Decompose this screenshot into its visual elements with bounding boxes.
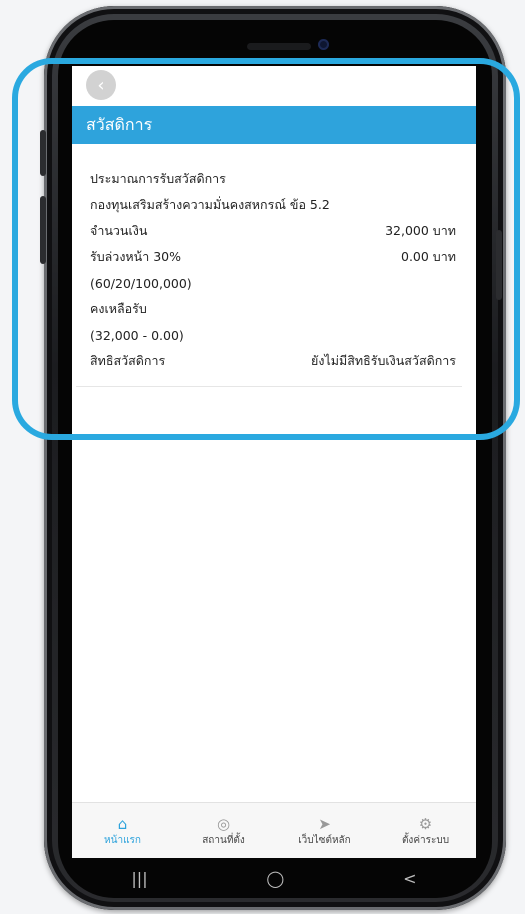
welfare-row: คงเหลือรับ [90, 298, 456, 320]
welfare-row: สิทธิสวัสดิการ ยังไม่มีสิทธิรับเงินสวัสด… [90, 350, 456, 372]
volume-down-button [40, 196, 46, 264]
nav-label: สถานที่ตั้ง [202, 834, 245, 846]
row-label: จำนวนเงิน [90, 223, 148, 238]
title-bar: สวัสดิการ [72, 106, 476, 144]
welfare-card: ประมาณการรับสวัสดิการ กองทุนเสริมสร้างคว… [76, 160, 462, 387]
front-camera [318, 39, 329, 50]
nav-label: เว็บไซต์หลัก [298, 834, 351, 846]
welfare-row: รับล่วงหน้า 30% 0.00 บาท [90, 246, 456, 268]
back-button[interactable]: ‹ [86, 70, 116, 100]
welfare-row: (60/20/100,000) [90, 272, 456, 294]
nav-item-home[interactable]: ⌂ หน้าแรก [72, 803, 173, 858]
compass-icon: ◎ [216, 814, 231, 833]
navigation-icon: ➤ [318, 814, 331, 833]
nav-label: ตั้งค่าระบบ [401, 834, 450, 846]
chevron-left-icon: ‹ [97, 74, 105, 96]
page-title: สวัสดิการ [86, 114, 153, 134]
row-label: กองทุนเสริมสร้างความมั่นคงสหกรณ์ ข้อ 5.2 [90, 197, 330, 212]
welfare-row: จำนวนเงิน 32,000 บาท [90, 220, 456, 242]
phone-screen: ‹ สวัสดิการ ประมาณการรับสวัสดิการ กองทุน… [72, 66, 476, 858]
nav-label: หน้าแรก [104, 834, 141, 846]
row-value: 0.00 บาท [401, 249, 456, 264]
recents-button[interactable]: ||| [131, 869, 147, 888]
power-button [496, 230, 502, 300]
system-nav-bar: ||| ◯ < [72, 858, 476, 898]
row-label: (32,000 - 0.00) [90, 327, 184, 343]
welfare-row: (32,000 - 0.00) [90, 324, 456, 346]
home-icon: ⌂ [117, 814, 128, 833]
row-label: (60/20/100,000) [90, 275, 192, 291]
welfare-row: กองทุนเสริมสร้างความมั่นคงสหกรณ์ ข้อ 5.2 [90, 194, 456, 216]
volume-up-button [40, 130, 46, 176]
gear-icon: ⚙ [418, 814, 433, 833]
speaker-grille [247, 43, 311, 50]
system-back-button[interactable]: < [403, 869, 416, 888]
row-label: ประมาณการรับสวัสดิการ [90, 171, 226, 186]
bottom-nav: ⌂ หน้าแรก ◎ สถานที่ตั้ง ➤ เว็บไซต์หลัก ⚙… [72, 802, 476, 858]
row-label: สิทธิสวัสดิการ [90, 353, 166, 368]
nav-item-settings[interactable]: ⚙ ตั้งค่าระบบ [375, 803, 476, 858]
row-value: ยังไม่มีสิทธิรับเงินสวัสดิการ [311, 353, 456, 368]
nav-item-website[interactable]: ➤ เว็บไซต์หลัก [274, 803, 375, 858]
home-button[interactable]: ◯ [266, 869, 284, 888]
row-label: รับล่วงหน้า 30% [90, 249, 181, 264]
row-label: คงเหลือรับ [90, 301, 147, 316]
nav-item-location[interactable]: ◎ สถานที่ตั้ง [173, 803, 274, 858]
row-value: 32,000 บาท [385, 223, 456, 238]
welfare-row: ประมาณการรับสวัสดิการ [90, 168, 456, 190]
